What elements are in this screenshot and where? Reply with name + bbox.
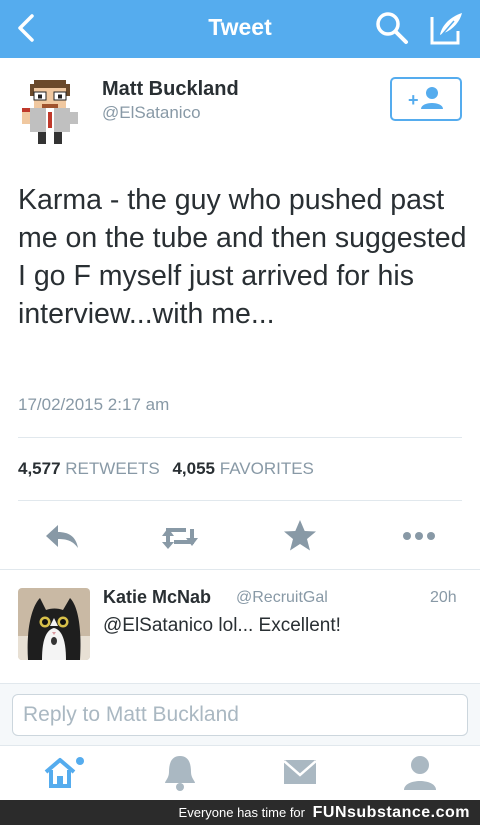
retweets-label[interactable]: RETWEETS	[65, 459, 159, 478]
tweet-text: Karma - the guy who pushed past me on th…	[18, 184, 467, 330]
follow-button[interactable]: +	[390, 77, 462, 121]
reply-author-handle[interactable]: @RecruitGal	[236, 589, 328, 607]
add-user-icon: +	[408, 87, 443, 110]
search-icon[interactable]	[374, 10, 410, 46]
envelope-icon[interactable]	[278, 752, 322, 792]
watermark-brand: FUNsubstance.com	[312, 804, 470, 821]
watermark-text: Everyone has time for FUNsubstance.com	[179, 804, 470, 822]
avatar[interactable]	[18, 588, 90, 660]
compose-icon[interactable]	[428, 9, 466, 47]
favorites-count[interactable]: 4,055	[172, 459, 215, 478]
tweet-stats: 4,577 RETWEETS 4,055 FAVORITES	[18, 459, 314, 479]
bell-icon[interactable]	[158, 752, 202, 792]
favorites-label[interactable]: FAVORITES	[220, 459, 314, 478]
author-name[interactable]: Matt Buckland	[102, 78, 239, 101]
retweet-icon[interactable]	[160, 516, 200, 556]
author-handle[interactable]: @ElSatanico	[102, 103, 201, 123]
divider	[18, 437, 462, 438]
retweets-count[interactable]: 4,577	[18, 459, 61, 478]
watermark-prefix: Everyone has time for	[178, 805, 305, 820]
person-icon[interactable]	[398, 752, 442, 792]
reply-author-name[interactable]: Katie McNab	[103, 587, 211, 608]
reply-input[interactable]	[12, 694, 468, 736]
reply-icon[interactable]	[42, 516, 82, 556]
more-icon[interactable]	[399, 516, 439, 556]
reply-time: 20h	[430, 589, 457, 606]
home-icon[interactable]	[40, 752, 84, 792]
divider	[18, 500, 462, 501]
watermark-bar: Everyone has time for FUNsubstance.com	[0, 800, 480, 825]
reply-text: @ElSatanico lol... Excellent!	[103, 615, 341, 636]
avatar[interactable]	[22, 80, 78, 144]
tweet-timestamp: 17/02/2015 2:17 am	[18, 395, 170, 414]
svg-text:+: +	[408, 90, 419, 110]
star-icon[interactable]	[280, 516, 320, 556]
